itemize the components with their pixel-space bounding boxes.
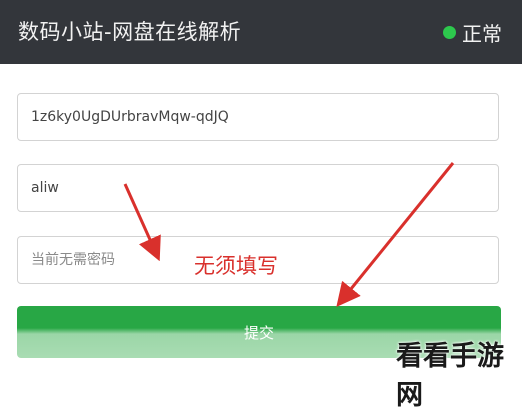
- annotation-label: 无须填写: [194, 254, 278, 278]
- watermark-logo: 看看手游网: [396, 341, 504, 411]
- status-indicator: 正常: [443, 18, 502, 47]
- status-text: 正常: [462, 22, 502, 46]
- app-header: 数码小站-网盘在线解析 正常: [0, 0, 522, 64]
- extract-code-input[interactable]: [18, 165, 498, 211]
- status-dot-icon: [443, 26, 456, 39]
- page-title: 数码小站-网盘在线解析: [18, 20, 242, 44]
- share-link-input[interactable]: [18, 94, 498, 140]
- extract-code-field-wrapper: [17, 164, 499, 212]
- share-link-field-wrapper: [17, 93, 499, 141]
